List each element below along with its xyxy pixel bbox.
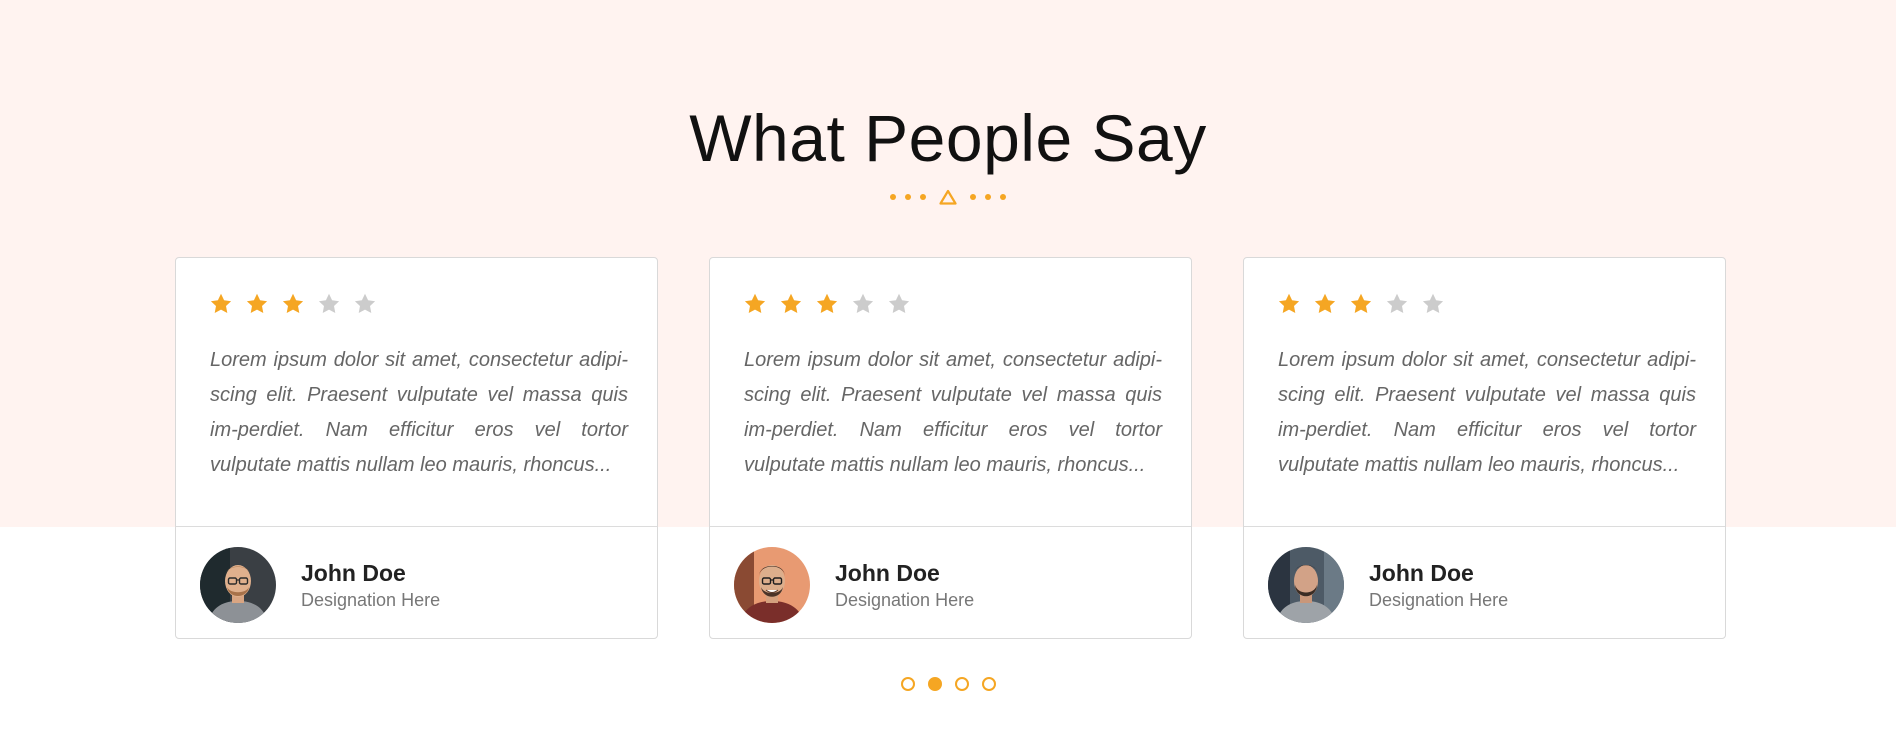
author-name: John Doe	[835, 559, 940, 586]
star-filled-icon	[210, 293, 232, 313]
star-empty-icon	[354, 293, 376, 313]
testimonial-author: John Doe Designation Here	[1268, 547, 1508, 623]
man-glasses-avatar-icon	[200, 547, 276, 623]
pagination-dot[interactable]	[927, 677, 942, 691]
author-designation: Designation Here	[301, 589, 441, 610]
testimonial-quote: Lorem ipsum dolor sit amet, consectetur …	[744, 349, 1162, 476]
star-rating	[743, 292, 911, 316]
testimonial-card: Lorem ipsum dolor sit amet, consectetur …	[709, 257, 1192, 639]
testimonial-author: John Doe Designation Here	[200, 547, 440, 623]
author-designation: Designation Here	[835, 589, 975, 610]
star-filled-icon	[246, 293, 268, 313]
testimonial-carousel: Lorem ipsum dolor sit amet, consectetur …	[175, 257, 1726, 639]
testimonial-quote: Lorem ipsum dolor sit amet, consectetur …	[210, 349, 628, 476]
pagination-dot[interactable]	[900, 677, 915, 691]
card-divider	[710, 526, 1191, 527]
testimonial-card: Lorem ipsum dolor sit amet, consectetur …	[1243, 257, 1726, 639]
star-filled-icon	[744, 293, 766, 313]
pagination-dot[interactable]	[981, 677, 996, 691]
testimonial-card: Lorem ipsum dolor sit amet, consectetur …	[175, 257, 658, 639]
author-name: John Doe	[301, 559, 406, 586]
card-divider	[1244, 526, 1725, 527]
man-beard-avatar-icon	[1268, 547, 1344, 623]
star-empty-icon	[852, 293, 874, 313]
star-empty-icon	[1422, 293, 1444, 313]
man-smiling-avatar-icon	[734, 547, 810, 623]
triangle-icon	[939, 189, 957, 205]
star-rating	[209, 292, 377, 316]
star-filled-icon	[1314, 293, 1336, 313]
carousel-pagination	[0, 677, 1896, 691]
star-empty-icon	[318, 293, 340, 313]
divider-dots-left	[890, 194, 926, 200]
divider-dots-right	[970, 194, 1006, 200]
star-empty-icon	[888, 293, 910, 313]
testimonial-author: John Doe Designation Here	[734, 547, 974, 623]
star-filled-icon	[282, 293, 304, 313]
title-divider	[0, 189, 1896, 205]
testimonial-quote: Lorem ipsum dolor sit amet, consectetur …	[1278, 349, 1696, 476]
card-divider	[176, 526, 657, 527]
author-designation: Designation Here	[1369, 589, 1509, 610]
star-empty-icon	[1386, 293, 1408, 313]
star-filled-icon	[1278, 293, 1300, 313]
pagination-dot[interactable]	[954, 677, 969, 691]
star-filled-icon	[1350, 293, 1372, 313]
section-title: What People Say	[689, 101, 1207, 175]
author-name: John Doe	[1369, 559, 1474, 586]
star-filled-icon	[816, 293, 838, 313]
star-filled-icon	[780, 293, 802, 313]
star-rating	[1277, 292, 1445, 316]
